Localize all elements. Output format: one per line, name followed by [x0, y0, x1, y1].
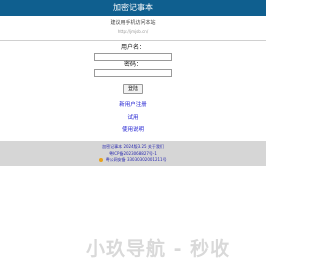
username-input[interactable] [94, 53, 172, 61]
watermark: 小玖导航 - 秒收 [86, 238, 231, 260]
top-divider [0, 40, 266, 41]
page-title-bar: 加密记事本 [0, 0, 266, 16]
footer-version: 2024版3.25 [123, 144, 147, 149]
password-label: 密码： [123, 61, 142, 68]
login-button[interactable]: 登陆 [123, 84, 143, 94]
help-link[interactable]: 使用说明 [0, 126, 266, 134]
footer-line-3[interactable]: 粤公网安备 33030302001211号 [0, 157, 266, 162]
intro-subtitle: 建议用手机访问本站 [110, 20, 156, 26]
site-url: http://jmjsb.cn/ [117, 29, 149, 34]
footer: 加密记事本 2024版3.25 关于我们 粤ICP备2023068827号-1 … [0, 141, 266, 166]
footer-line-1: 加密记事本 2024版3.25 关于我们 [0, 144, 266, 149]
username-label: 用户名： [120, 44, 145, 51]
footer-app-name: 加密记事本 [102, 144, 123, 149]
footer-icp[interactable]: 粤ICP备2023068827号-1 [0, 151, 266, 156]
trial-link[interactable]: 试用 [0, 114, 266, 122]
about-us-link[interactable]: 关于我们 [148, 144, 164, 149]
password-input[interactable] [94, 69, 172, 77]
footer-police-record[interactable]: 粤公网安备 33030302001211号 [106, 157, 167, 162]
page-title: 加密记事本 [113, 3, 153, 12]
register-link[interactable]: 新用户注册 [0, 101, 266, 109]
police-badge-icon [99, 158, 104, 162]
